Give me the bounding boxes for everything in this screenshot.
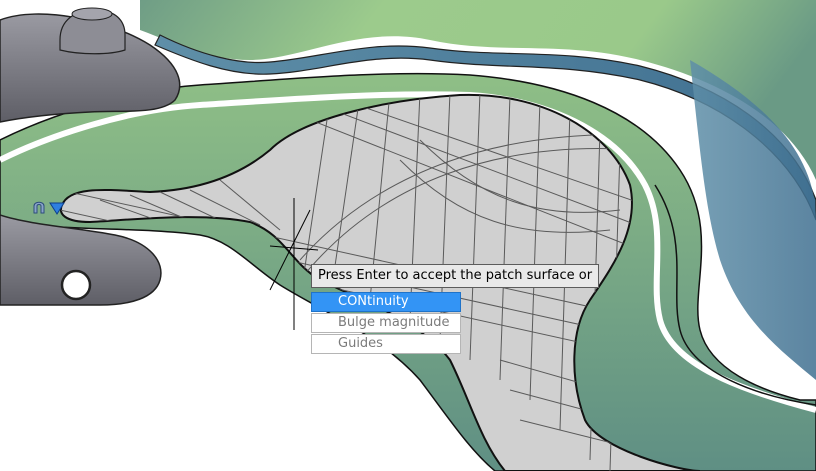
option-bulge-magnitude[interactable]: Bulge magnitude [311, 313, 461, 333]
drawing-viewport[interactable] [0, 0, 816, 471]
grip-arrow-icon[interactable] [49, 202, 65, 215]
grip-controls[interactable] [30, 197, 70, 217]
option-guides[interactable]: Guides [311, 334, 461, 354]
option-continuity[interactable]: CONtinuity [311, 292, 461, 312]
grip-magnet-icon[interactable] [33, 201, 45, 214]
command-options-menu: CONtinuity Bulge magnitude Guides [311, 292, 461, 355]
command-prompt-tooltip: Press Enter to accept the patch surface … [311, 264, 599, 288]
